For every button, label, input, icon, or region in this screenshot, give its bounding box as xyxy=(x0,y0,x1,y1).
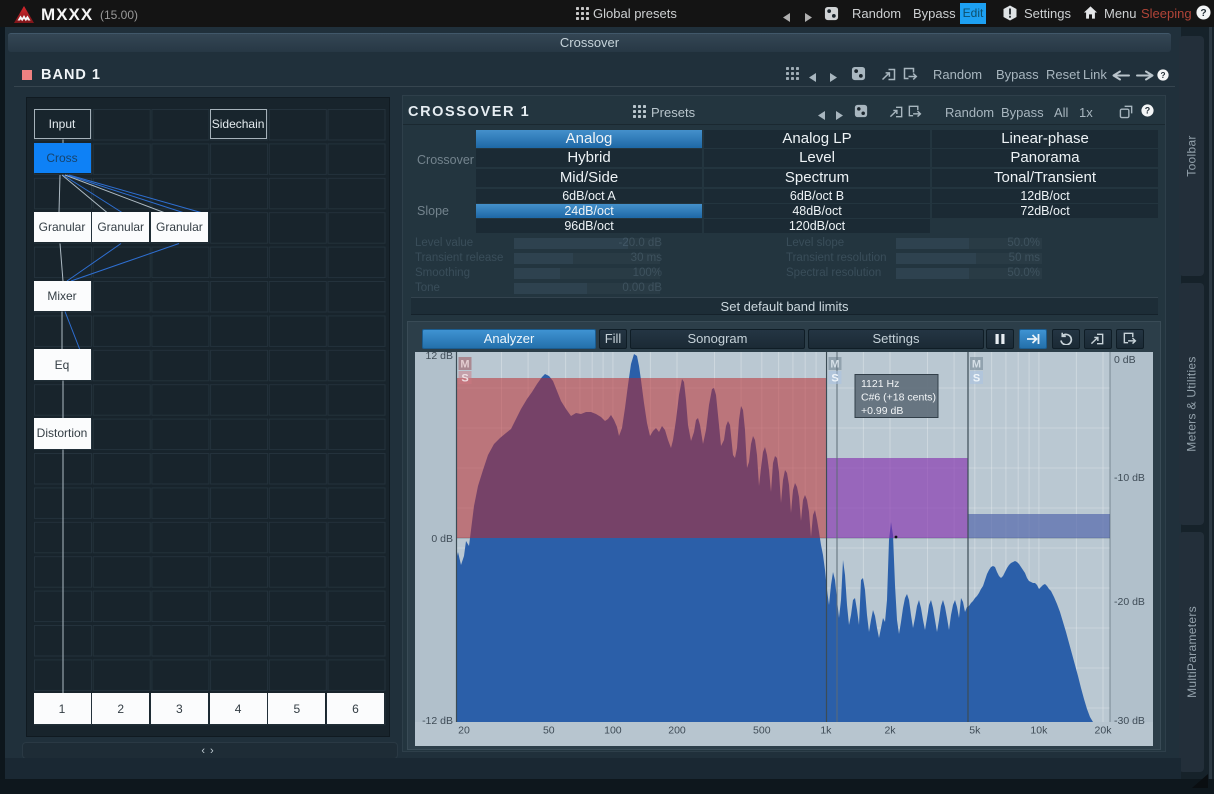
svg-text:1k: 1k xyxy=(820,725,832,737)
svg-text:5k: 5k xyxy=(969,725,981,737)
svg-text:?: ? xyxy=(1145,106,1150,116)
svg-text:+0.99 dB: +0.99 dB xyxy=(861,405,903,417)
svg-text:500: 500 xyxy=(753,725,771,737)
svg-text:S: S xyxy=(461,373,468,385)
svg-text:100: 100 xyxy=(604,725,622,737)
svg-text:-30 dB: -30 dB xyxy=(1114,715,1145,727)
svg-text:S: S xyxy=(973,373,980,385)
svg-text:?: ? xyxy=(1200,8,1206,19)
svg-text:M: M xyxy=(830,359,839,371)
svg-text:20k: 20k xyxy=(1095,725,1113,737)
svg-text:0 dB: 0 dB xyxy=(1114,354,1136,366)
svg-text:-20 dB: -20 dB xyxy=(1114,596,1145,608)
svg-text:M: M xyxy=(972,359,981,371)
svg-text:?: ? xyxy=(1160,70,1165,79)
svg-text:-10 dB: -10 dB xyxy=(1114,472,1145,484)
svg-text:20: 20 xyxy=(458,725,470,737)
svg-text:1121 Hz: 1121 Hz xyxy=(861,378,899,390)
svg-text:M: M xyxy=(460,359,469,371)
svg-text:2k: 2k xyxy=(884,725,896,737)
svg-text:10k: 10k xyxy=(1030,725,1048,737)
svg-text:200: 200 xyxy=(668,725,686,737)
svg-text:12 dB: 12 dB xyxy=(426,352,453,362)
svg-text:0 dB: 0 dB xyxy=(431,533,453,545)
svg-text:-12 dB: -12 dB xyxy=(422,715,453,727)
svg-text:C#6 (+18 cents): C#6 (+18 cents) xyxy=(861,392,936,404)
svg-text:S: S xyxy=(831,373,838,385)
svg-text:50: 50 xyxy=(543,725,555,737)
